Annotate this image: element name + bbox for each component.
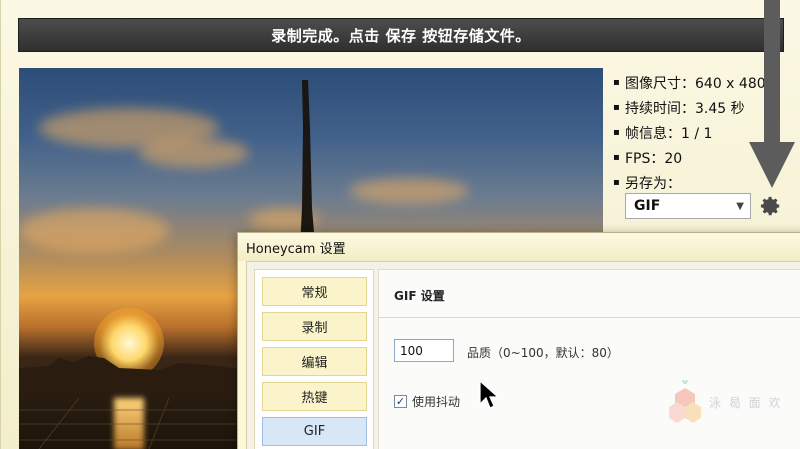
info-label: 帧信息：1 / 1 xyxy=(625,125,713,142)
gear-icon[interactable] xyxy=(760,195,782,217)
quality-input[interactable]: 100 xyxy=(394,339,454,362)
watermark: 泳 曷 面 欢 xyxy=(665,380,782,424)
bullet: ▪ xyxy=(613,152,620,163)
chevron-down-icon: ▼ xyxy=(736,200,744,212)
check-icon: ✓ xyxy=(395,395,406,408)
info-label: 持续时间：3.45 秒 xyxy=(625,100,745,117)
status-banner: 录制完成。点击 保存 按钮存储文件。 xyxy=(18,18,784,52)
save-format-value: GIF xyxy=(634,198,661,214)
status-message: 录制完成。点击 保存 按钮存储文件。 xyxy=(271,26,531,45)
watermark-text: 泳 曷 面 欢 xyxy=(709,395,783,410)
mouse-pointer-icon xyxy=(479,380,499,409)
dialog-title-bar[interactable]: Honeycam 设置 xyxy=(238,233,800,261)
info-label: FPS：20 xyxy=(625,150,683,167)
watermark-logo xyxy=(669,380,701,423)
quality-label: 品质（0~100，默认：80） xyxy=(467,346,619,360)
divider xyxy=(379,317,800,318)
nav-item-record[interactable]: 录制 xyxy=(262,312,367,341)
save-format-select[interactable]: GIF ▼ xyxy=(625,193,751,219)
bullet: ▪ xyxy=(613,102,620,113)
info-label: 另存为： xyxy=(625,175,681,192)
dialog-title: Honeycam 设置 xyxy=(246,241,346,257)
nav-item-edit[interactable]: 编辑 xyxy=(262,347,367,376)
app-window: 录制完成。点击 保存 按钮存储文件。 ▪ 图像尺寸：640 x 480 ▪ 持续… xyxy=(0,0,800,449)
nav-item-hotkey[interactable]: 热键 xyxy=(262,382,367,411)
dither-option[interactable]: ✓ 使用抖动 xyxy=(394,393,460,410)
bullet: ▪ xyxy=(613,127,620,138)
dither-label: 使用抖动 xyxy=(412,395,461,409)
bullet: ▪ xyxy=(613,77,620,88)
nav-item-general[interactable]: 常规 xyxy=(262,277,367,306)
info-label: 图像尺寸：640 x 480 xyxy=(625,75,766,92)
save-format-row: GIF ▼ xyxy=(625,193,782,219)
nav-item-gif[interactable]: GIF xyxy=(262,417,367,446)
settings-nav: 常规 录制 编辑 热键 GIF xyxy=(254,269,374,449)
section-title: GIF 设置 xyxy=(394,289,445,303)
bullet: ▪ xyxy=(613,177,620,188)
dither-checkbox[interactable]: ✓ xyxy=(394,395,407,408)
quality-value: 100 xyxy=(400,343,423,358)
down-arrow-icon xyxy=(749,0,795,188)
